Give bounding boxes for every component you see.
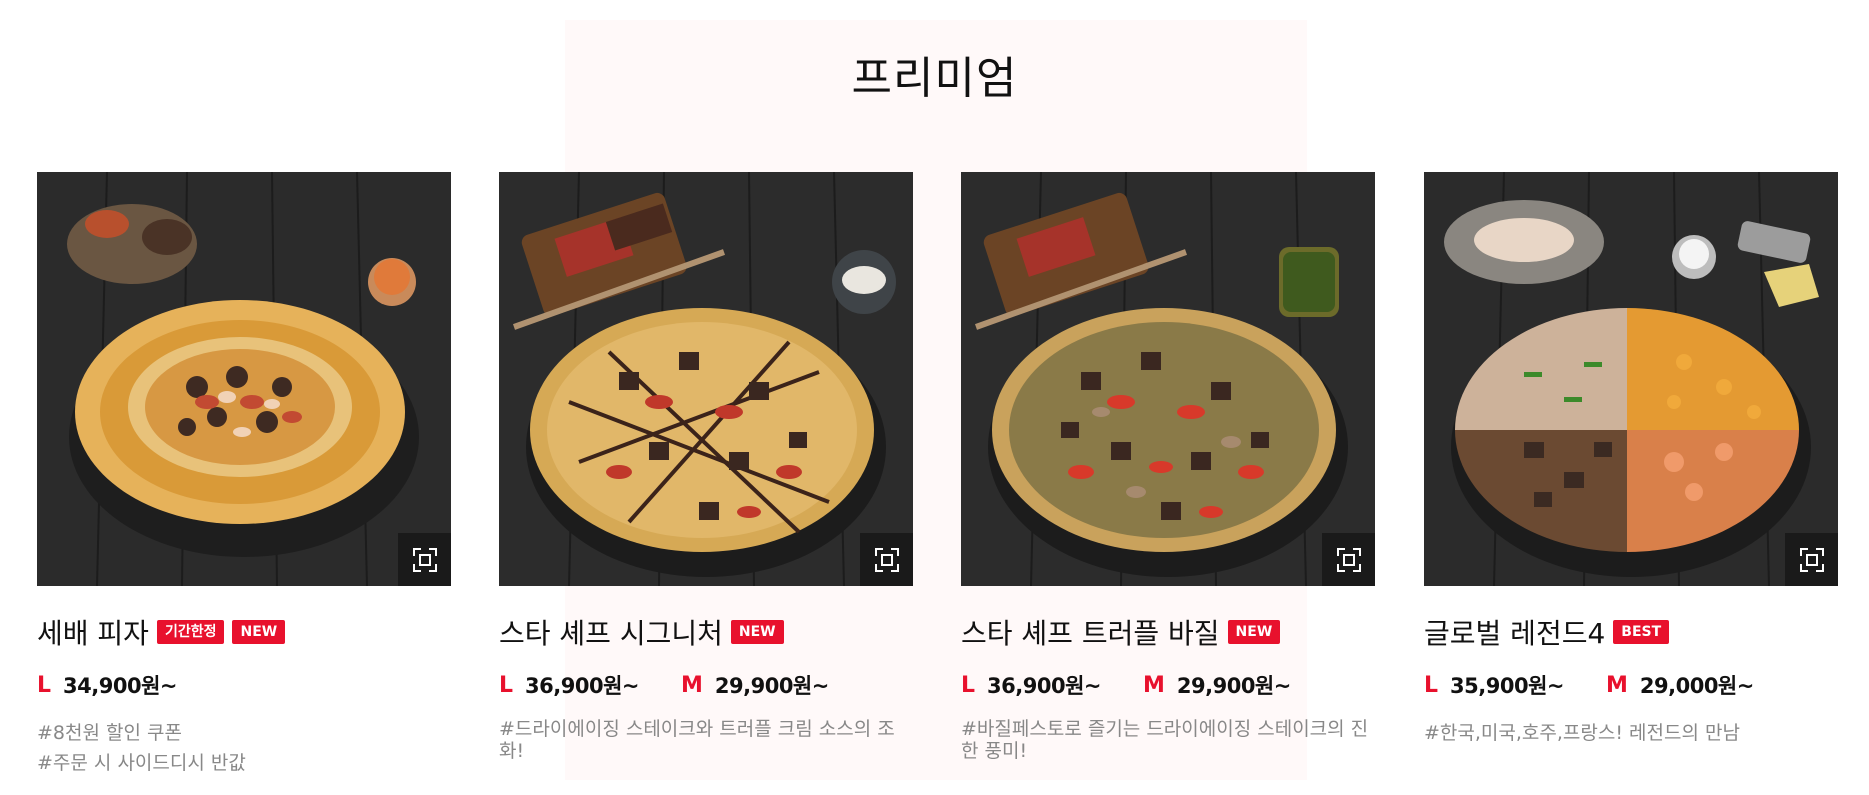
size-label: M bbox=[1605, 672, 1628, 698]
price-large: L 36,900원~ bbox=[961, 670, 1101, 700]
new-badge: NEW bbox=[1227, 620, 1281, 644]
price-amount: 29,000원~ bbox=[1639, 674, 1754, 698]
expand-icon[interactable] bbox=[398, 533, 451, 586]
price-amount: 35,900원~ bbox=[1450, 674, 1564, 698]
price-amount: 36,900원~ bbox=[525, 674, 639, 698]
new-badge: NEW bbox=[730, 620, 784, 644]
description-line: #드라이에이징 스테이크와 트러플 크림 소스의 조화! bbox=[499, 718, 895, 762]
size-label: L bbox=[37, 672, 52, 698]
product-name[interactable]: 글로벌 레전드4 bbox=[1424, 612, 1605, 652]
size-label: M bbox=[680, 672, 703, 698]
size-label: L bbox=[499, 672, 514, 698]
product-image[interactable] bbox=[499, 172, 913, 586]
product-name[interactable]: 세배 피자 bbox=[37, 612, 149, 652]
product-card[interactable]: 세배 피자 기간한정 NEW L 34,900원~ #8천원 할인 쿠폰 #주문… bbox=[37, 172, 451, 778]
price-large: L 36,900원~ bbox=[499, 670, 639, 700]
price-medium: M 29,900원~ bbox=[681, 670, 829, 700]
expand-icon[interactable] bbox=[1785, 533, 1838, 586]
section-title: 프리미엄 bbox=[851, 53, 1018, 104]
product-name[interactable]: 스타 셰프 시그니처 bbox=[499, 612, 723, 652]
price-large: L 34,900원~ bbox=[37, 670, 177, 700]
expand-icon[interactable] bbox=[1322, 533, 1375, 586]
product-description: #한국,미국,호주,프랑스! 레전드의 만남 bbox=[1424, 718, 1838, 748]
description-line: #주문 시 사이드디시 반값 bbox=[37, 752, 246, 774]
description-line: #한국,미국,호주,프랑스! 레전드의 만남 bbox=[1424, 722, 1740, 744]
product-name[interactable]: 스타 셰프 트러플 바질 bbox=[961, 612, 1220, 652]
size-label: M bbox=[1142, 672, 1165, 698]
product-image[interactable] bbox=[37, 172, 451, 586]
product-description: #바질페스토로 즐기는 드라이에이징 스테이크의 진한 풍미! bbox=[961, 718, 1375, 762]
size-label: L bbox=[961, 672, 976, 698]
limited-badge: 기간한정 bbox=[156, 620, 225, 644]
price-amount: 34,900원~ bbox=[63, 674, 177, 698]
product-card[interactable]: 스타 셰프 시그니처 NEW L 36,900원~ M 29,900원~ #드라… bbox=[499, 172, 913, 762]
size-label: L bbox=[1424, 672, 1439, 698]
product-card[interactable]: 스타 셰프 트러플 바질 NEW L 36,900원~ M 29,900원~ #… bbox=[961, 172, 1375, 762]
price-amount: 29,900원~ bbox=[714, 674, 829, 698]
price-medium: M 29,000원~ bbox=[1606, 670, 1754, 700]
price-amount: 29,900원~ bbox=[1176, 674, 1291, 698]
new-badge: NEW bbox=[232, 620, 286, 644]
expand-icon[interactable] bbox=[860, 533, 913, 586]
product-card[interactable]: 글로벌 레전드4 BEST L 35,900원~ M 29,000원~ #한국,… bbox=[1424, 172, 1838, 748]
description-line: #바질페스토로 즐기는 드라이에이징 스테이크의 진한 풍미! bbox=[961, 718, 1369, 762]
product-description: #드라이에이징 스테이크와 트러플 크림 소스의 조화! bbox=[499, 718, 913, 762]
product-image[interactable] bbox=[961, 172, 1375, 586]
description-line: #8천원 할인 쿠폰 bbox=[37, 722, 182, 744]
best-badge: BEST bbox=[1613, 620, 1670, 644]
product-description: #8천원 할인 쿠폰 #주문 시 사이드디시 반값 bbox=[37, 718, 451, 778]
price-amount: 36,900원~ bbox=[987, 674, 1101, 698]
price-large: L 35,900원~ bbox=[1424, 670, 1564, 700]
price-medium: M 29,900원~ bbox=[1143, 670, 1291, 700]
product-image[interactable] bbox=[1424, 172, 1838, 586]
